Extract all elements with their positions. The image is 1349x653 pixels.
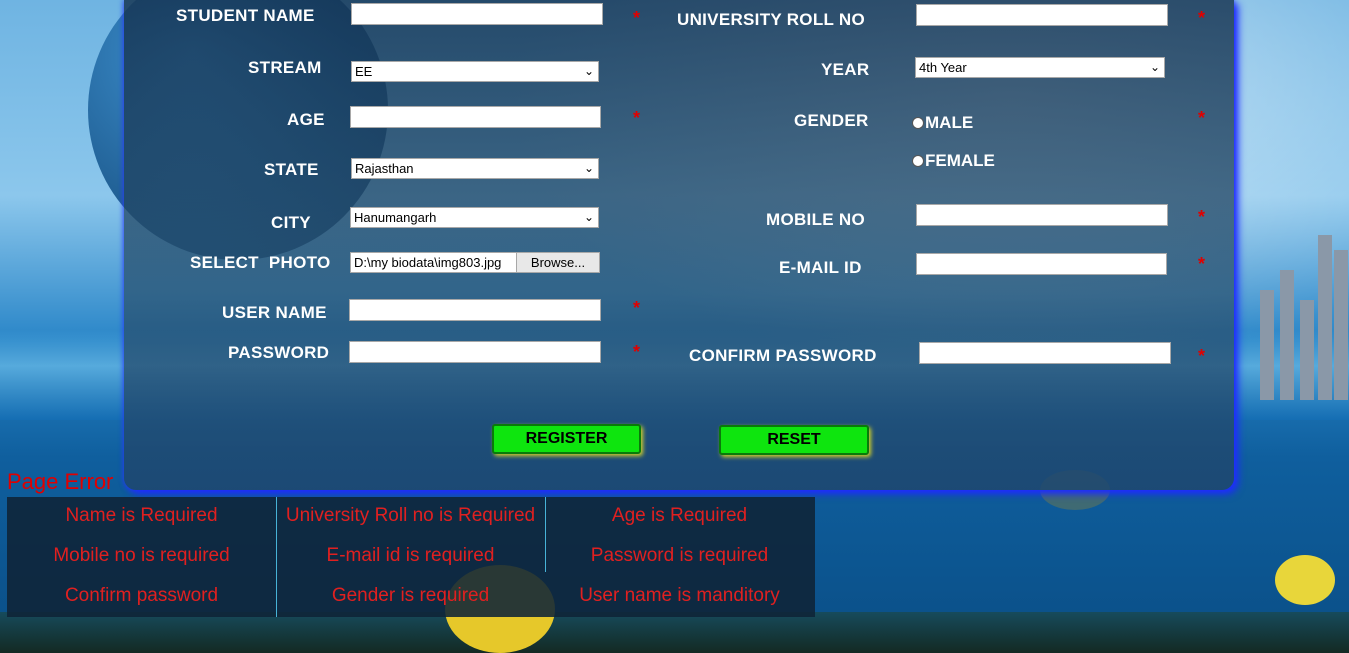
required-marker: * — [1198, 207, 1206, 227]
gender-female-radio[interactable]: FEMALE — [912, 151, 995, 171]
password-input[interactable] — [349, 341, 601, 363]
mobile-no-label: MOBILE NO — [766, 210, 866, 229]
password-label: PASSWORD — [228, 343, 330, 362]
year-value: 4th Year — [919, 60, 967, 75]
required-marker: * — [633, 298, 641, 318]
state-value: Rajasthan — [355, 161, 414, 176]
required-marker: * — [633, 342, 641, 362]
state-label: STATE — [264, 160, 319, 179]
error-message: Gender is required — [331, 585, 490, 606]
background-building — [1334, 250, 1348, 400]
roll-no-input[interactable] — [916, 4, 1168, 26]
year-select[interactable]: 4th Year ⌄ — [915, 57, 1165, 78]
background-fish — [1275, 555, 1335, 605]
error-message: Mobile no is required — [53, 545, 230, 566]
required-marker: * — [633, 108, 641, 128]
browse-button[interactable]: Browse... — [516, 253, 599, 272]
mobile-no-input[interactable] — [916, 204, 1168, 226]
username-label: USER NAME — [222, 303, 327, 322]
confirm-password-input[interactable] — [919, 342, 1171, 364]
gender-male-radio[interactable]: MALE — [912, 113, 973, 133]
city-select[interactable]: Hanumangarh ⌄ — [350, 207, 599, 228]
error-message: Confirm password — [64, 585, 219, 606]
background-building — [1280, 270, 1294, 400]
stream-value: EE — [355, 64, 373, 79]
gender-female-label: FEMALE — [925, 151, 995, 170]
background-building — [1300, 300, 1314, 400]
username-input[interactable] — [349, 299, 601, 321]
error-message: Name is Required — [65, 505, 218, 526]
error-summary-table: Name is Required University Roll no is R… — [7, 497, 815, 617]
chevron-down-icon: ⌄ — [583, 161, 594, 175]
email-label: E-MAIL ID — [779, 258, 862, 277]
register-button[interactable]: REGISTER — [492, 424, 641, 454]
radio-dot — [912, 116, 924, 129]
background-seabed — [0, 612, 1349, 653]
background-building — [1260, 290, 1274, 400]
year-label: YEAR — [821, 60, 870, 79]
required-marker: * — [1198, 346, 1206, 366]
student-name-label: STUDENT NAME — [176, 6, 315, 25]
required-marker: * — [1198, 108, 1206, 128]
required-marker: * — [1198, 8, 1206, 28]
chevron-down-icon: ⌄ — [583, 64, 594, 78]
stream-label: STREAM — [248, 58, 322, 77]
reset-button[interactable]: RESET — [719, 425, 869, 455]
age-label: AGE — [287, 110, 325, 129]
gender-label: GENDER — [794, 111, 869, 130]
age-input[interactable] — [350, 106, 601, 128]
roll-no-label: UNIVERSITY ROLL NO — [677, 10, 866, 29]
required-marker: * — [633, 8, 641, 28]
gender-male-label: MALE — [925, 113, 974, 132]
error-message: Age is Required — [611, 505, 748, 526]
stream-select[interactable]: EE ⌄ — [351, 61, 599, 82]
photo-file-path: D:\my biodata\img803.jpg — [354, 255, 502, 270]
city-label: CITY — [271, 213, 311, 232]
city-value: Hanumangarh — [354, 210, 437, 225]
select-photo-label: SELECT PHOTO — [190, 253, 331, 272]
required-marker: * — [1198, 254, 1206, 274]
email-input[interactable] — [916, 253, 1167, 275]
radio-dot — [912, 154, 924, 167]
chevron-down-icon: ⌄ — [583, 210, 594, 224]
error-message: University Roll no is Required — [285, 505, 536, 526]
student-name-input[interactable] — [351, 3, 603, 25]
error-message: User name is manditory — [579, 585, 780, 606]
error-message: Password is required — [590, 545, 769, 566]
page-error-title: Page Error — [7, 469, 114, 494]
state-select[interactable]: Rajasthan ⌄ — [351, 158, 599, 179]
background-building — [1318, 235, 1332, 400]
chevron-down-icon: ⌄ — [1149, 60, 1160, 74]
error-message: E-mail id is required — [326, 545, 495, 566]
photo-file-input[interactable]: D:\my biodata\img803.jpg Browse... — [350, 252, 600, 273]
confirm-password-label: CONFIRM PASSWORD — [689, 346, 877, 365]
